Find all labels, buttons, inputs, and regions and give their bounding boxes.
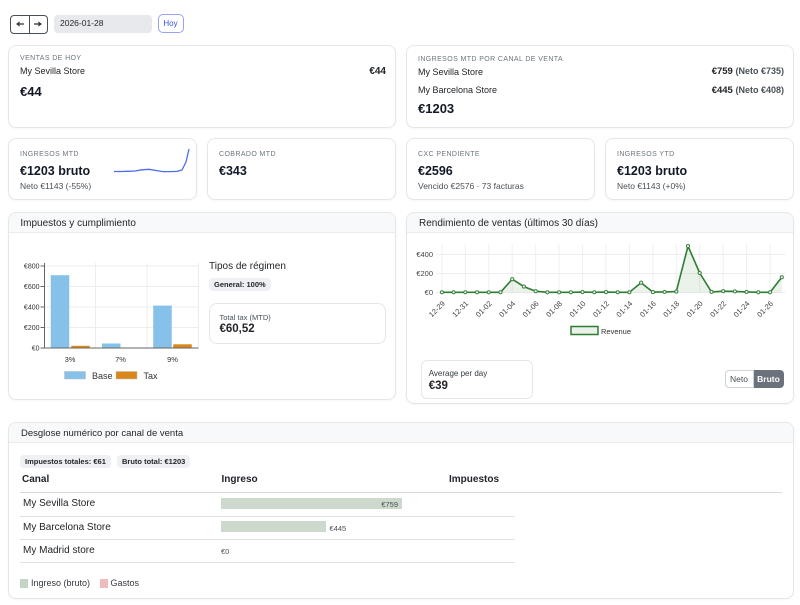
svg-text:01-14: 01-14	[614, 299, 634, 319]
svg-text:12-29: 12-29	[427, 299, 447, 319]
svg-text:01-24: 01-24	[732, 299, 752, 319]
svg-text:01-08: 01-08	[544, 299, 564, 319]
svg-text:01-26: 01-26	[755, 299, 775, 319]
svg-text:01-16: 01-16	[638, 299, 658, 319]
svg-text:01-04: 01-04	[497, 299, 517, 319]
svg-text:€400: €400	[416, 250, 433, 259]
svg-text:Revenue: Revenue	[601, 327, 631, 336]
svg-text:12-31: 12-31	[450, 299, 470, 319]
svg-text:01-22: 01-22	[708, 299, 728, 319]
svg-text:01-06: 01-06	[521, 299, 541, 319]
svg-text:01-18: 01-18	[661, 299, 681, 319]
svg-text:01-02: 01-02	[474, 299, 494, 319]
svg-text:01-10: 01-10	[568, 299, 588, 319]
svg-text:€0: €0	[425, 288, 433, 297]
svg-text:01-20: 01-20	[685, 299, 705, 319]
svg-text:01-12: 01-12	[591, 299, 611, 319]
svg-text:€200: €200	[416, 269, 433, 278]
